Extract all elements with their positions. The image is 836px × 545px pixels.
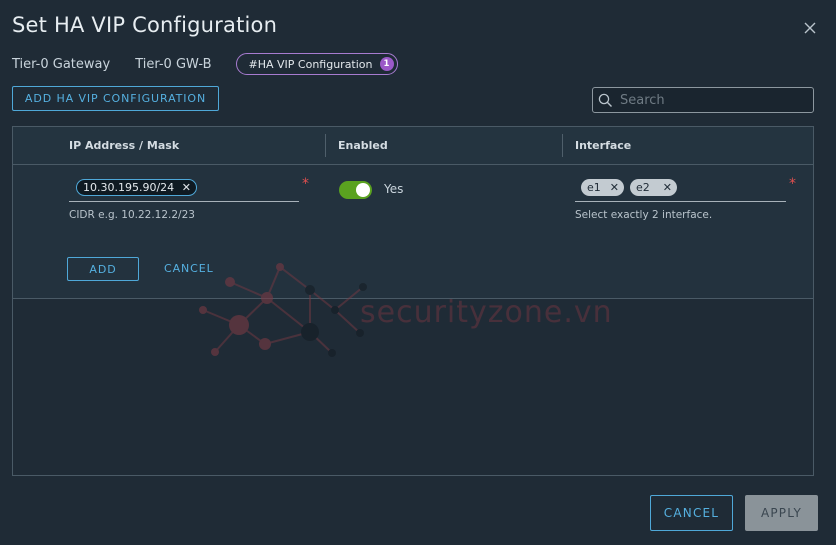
grid-header: IP Address / Mask Enabled Interface xyxy=(13,127,813,165)
add-ha-vip-button[interactable]: ADD HA VIP CONFIGURATION xyxy=(12,86,219,111)
interface-chip: e1 ✕ xyxy=(581,179,624,196)
ip-hint: CIDR e.g. 10.22.12.2/23 xyxy=(69,209,195,221)
interface-chip: e2 ✕ xyxy=(630,179,677,196)
dialog-title: Set HA VIP Configuration xyxy=(12,13,278,37)
toggle-knob xyxy=(356,183,370,197)
ip-input-underline[interactable] xyxy=(69,201,299,202)
enabled-label: Yes xyxy=(384,182,404,196)
breadcrumb-current: #HA VIP Configuration 1 xyxy=(235,53,398,75)
cancel-button[interactable]: CANCEL xyxy=(650,495,733,531)
column-enabled[interactable]: Enabled xyxy=(338,139,388,152)
breadcrumb: Tier-0 Gateway Tier-0 GW-B #HA VIP Confi… xyxy=(12,53,398,75)
breadcrumb-current-label: #HA VIP Configuration xyxy=(248,57,373,71)
interface-hint: Select exactly 2 interface. xyxy=(575,209,713,221)
remove-chip-icon[interactable]: ✕ xyxy=(182,181,191,194)
interface-input-underline[interactable] xyxy=(575,201,786,202)
add-row-button[interactable]: ADD xyxy=(67,257,139,281)
ip-chip: 10.30.195.90/24 ✕ xyxy=(76,179,197,196)
search-input[interactable] xyxy=(618,91,802,109)
column-interface[interactable]: Interface xyxy=(575,139,631,152)
enabled-toggle[interactable] xyxy=(339,181,372,199)
breadcrumb-tier0-gateway[interactable]: Tier-0 Gateway xyxy=(12,57,110,72)
column-ip-address[interactable]: IP Address / Mask xyxy=(69,139,179,152)
watermark-text: securityzone.vn xyxy=(360,295,613,330)
count-badge: 1 xyxy=(379,57,394,71)
interface-chip-label: e2 xyxy=(636,181,650,194)
breadcrumb-tier0-gw-b[interactable]: Tier-0 GW-B xyxy=(135,57,211,72)
remove-chip-icon[interactable]: ✕ xyxy=(610,181,619,194)
close-icon[interactable] xyxy=(802,20,818,36)
search-box[interactable] xyxy=(592,87,814,113)
column-separator[interactable] xyxy=(325,134,326,157)
interface-chip-label: e1 xyxy=(587,181,601,194)
remove-chip-icon[interactable]: ✕ xyxy=(663,181,672,194)
apply-button[interactable]: APPLY xyxy=(745,495,818,531)
ip-chip-label: 10.30.195.90/24 xyxy=(83,181,175,194)
search-icon xyxy=(598,93,612,107)
column-separator[interactable] xyxy=(562,134,563,157)
required-mark: * xyxy=(302,176,309,192)
required-mark: * xyxy=(789,176,796,192)
